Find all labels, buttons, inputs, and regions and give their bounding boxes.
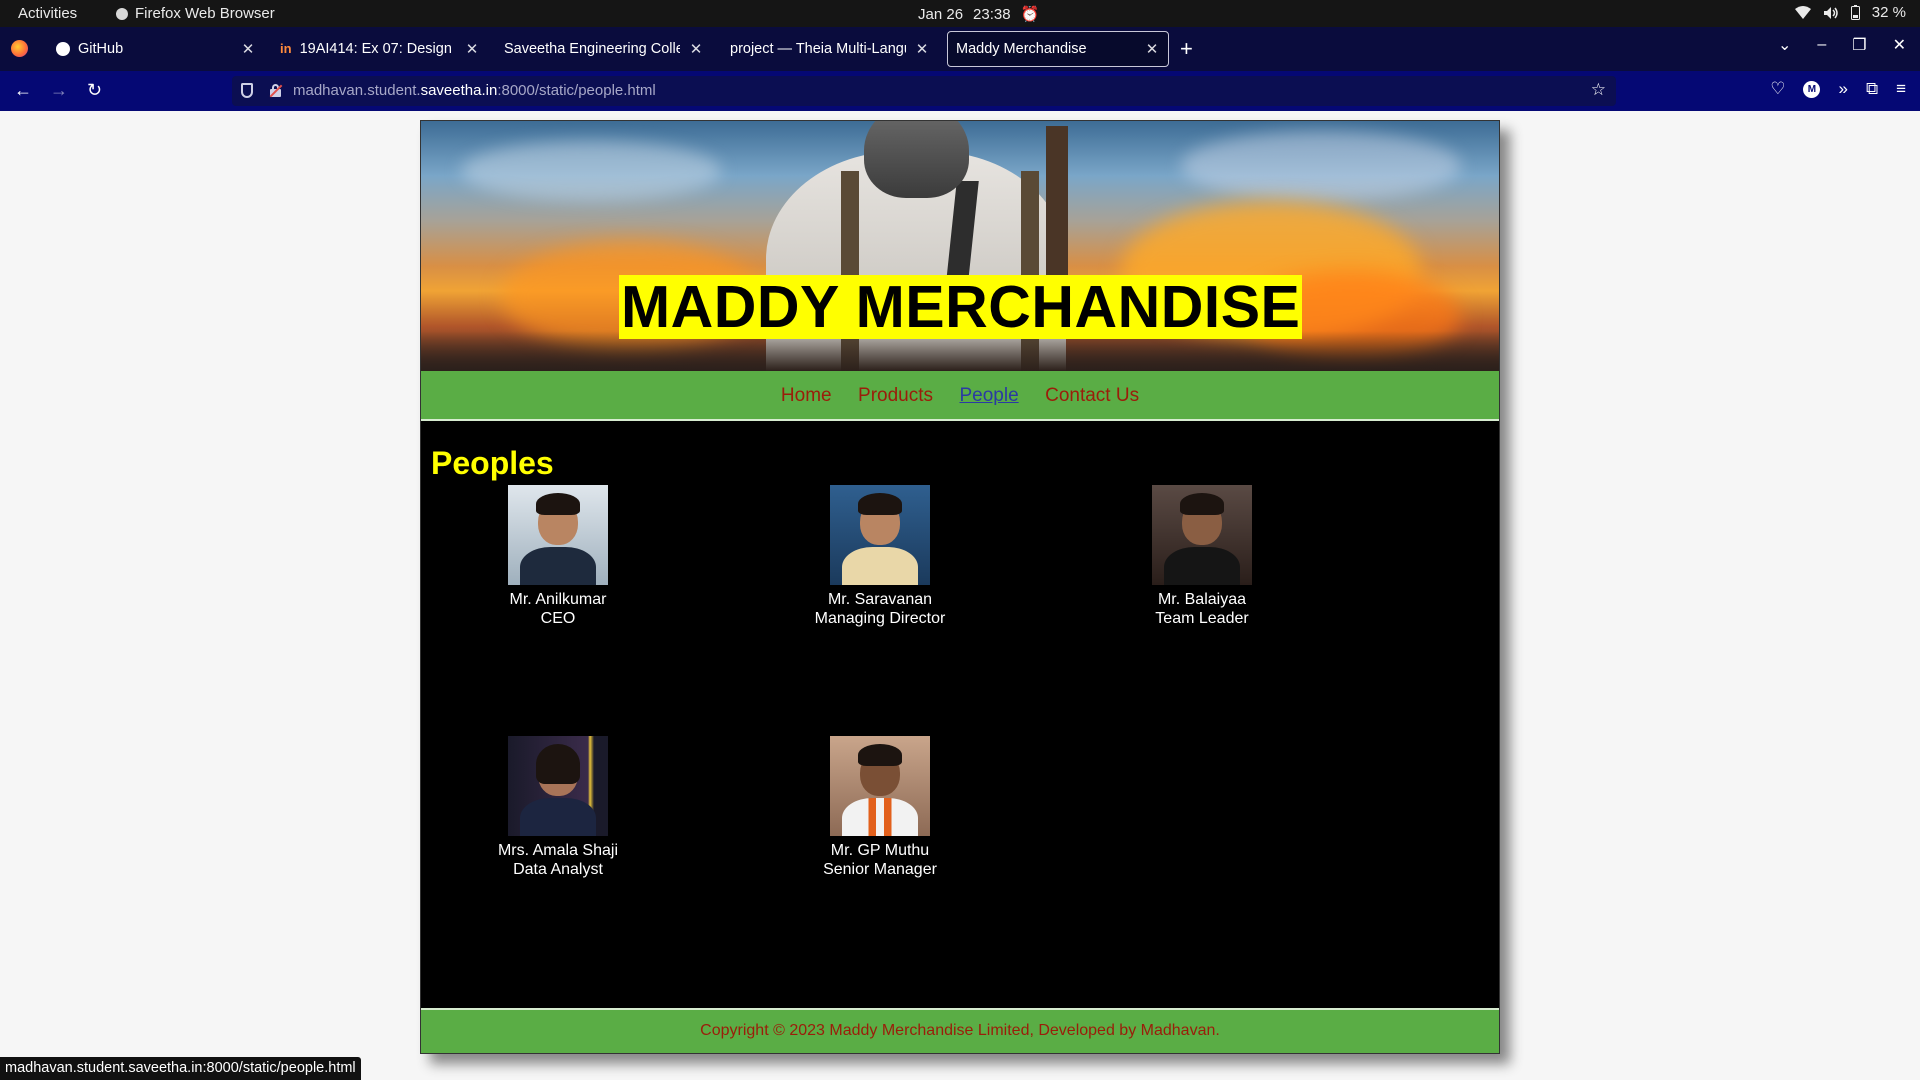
person-role: Team Leader (1155, 610, 1249, 627)
close-icon[interactable]: ✕ (240, 40, 256, 58)
main-menu: Home Products People Contact Us (421, 371, 1499, 421)
more-tools-icon[interactable]: » (1838, 79, 1847, 99)
firefox-icon (116, 7, 128, 20)
tab-saveetha[interactable]: Saveetha Engineering Colleg ✕ (496, 31, 712, 67)
site-footer: Copyright © 2023 Maddy Merchandise Limit… (421, 1008, 1499, 1053)
tracking-shield-icon[interactable] (241, 83, 253, 98)
restore-icon[interactable]: ❐ (1852, 35, 1866, 55)
tab-19ai414[interactable]: in 19AI414: Ex 07: Design a ✕ (272, 31, 488, 67)
battery-percent: 32 % (1871, 4, 1906, 21)
person-card: Mr. GP Muthu Senior Manager (780, 736, 980, 879)
tab-maddy-merchandise[interactable]: Maddy Merchandise ✕ (947, 31, 1169, 67)
tab-theia-project[interactable]: project — Theia Multi-Langu ✕ (722, 31, 938, 67)
reload-icon[interactable]: ↻ (87, 80, 102, 101)
link-status-bar: madhavan.student.saveetha.in:8000/static… (0, 1057, 361, 1080)
tab-title: Maddy Merchandise (956, 41, 1087, 57)
new-tab-button[interactable]: + (1180, 36, 1193, 62)
navigation-toolbar: ← → ↻ madhavan.student.saveetha.in:8000/… (0, 71, 1920, 111)
person-card: Mr. Anilkumar CEO (458, 485, 658, 628)
firefox-view-icon[interactable] (11, 40, 28, 57)
back-icon[interactable]: ← (14, 80, 32, 101)
web-page: MADDY MERCHANDISE Home Products People C… (0, 111, 1920, 1080)
person-photo (830, 485, 930, 585)
tab-title: 19AI414: Ex 07: Design a (299, 41, 456, 57)
tab-github[interactable]: GitHub ✕ (48, 31, 264, 67)
person-role: CEO (540, 610, 576, 627)
toolbar-extensions: ♡ M » ⧉ ≡ (1770, 79, 1906, 99)
person-card: Mrs. Amala Shaji Data Analyst (458, 736, 658, 879)
list-all-tabs-icon[interactable]: ⌄ (1778, 35, 1791, 55)
person-card: Mr. Balaiyaa Team Leader (1102, 485, 1302, 628)
tab-title: project — Theia Multi-Langu (730, 41, 906, 57)
system-tray[interactable]: 32 % (1794, 4, 1906, 21)
forward-icon[interactable]: → (50, 80, 68, 101)
battery-icon (1850, 5, 1860, 20)
bookmark-star-icon[interactable]: ☆ (1591, 80, 1606, 100)
insecure-lock-icon[interactable] (269, 84, 283, 98)
person-photo (830, 736, 930, 836)
menu-home-link[interactable]: Home (781, 371, 832, 421)
clock-time: 23:38 (973, 5, 1011, 23)
github-icon (56, 42, 70, 56)
person-role: Senior Manager (823, 861, 937, 878)
person-role: Data Analyst (513, 861, 603, 878)
clock-date: Jan 26 (918, 5, 964, 23)
activities-button[interactable]: Activities (18, 5, 77, 22)
section-heading: Peoples (431, 445, 554, 481)
person-name: Mr. Anilkumar (509, 591, 607, 608)
person-role: Managing Director (814, 610, 946, 627)
tab-title: Saveetha Engineering Colleg (504, 41, 680, 57)
url-bar[interactable]: madhavan.student.saveetha.in:8000/static… (232, 76, 1616, 106)
in-icon: in (280, 41, 292, 56)
account-icon[interactable]: M (1803, 80, 1821, 98)
volume-icon (1823, 6, 1838, 19)
person-photo (508, 485, 608, 585)
menu-icon[interactable]: ≡ (1896, 79, 1906, 99)
site-container: MADDY MERCHANDISE Home Products People C… (420, 120, 1500, 1054)
person-name: Mr. GP Muthu (830, 842, 930, 859)
app-menu[interactable]: Firefox Web Browser (116, 5, 275, 22)
menu-people-link[interactable]: People (959, 371, 1018, 421)
person-card: Mr. Saravanan Managing Director (780, 485, 980, 628)
extensions-icon[interactable]: ⧉ (1866, 79, 1878, 99)
header-banner: MADDY MERCHANDISE (421, 121, 1499, 371)
people-section: Peoples Mr. Anilkumar CEO Mr. Saravanan … (421, 423, 1499, 1008)
pocket-icon[interactable]: ♡ (1770, 79, 1785, 99)
person-photo (508, 736, 608, 836)
close-icon[interactable]: ✕ (464, 40, 480, 58)
wifi-icon (1794, 5, 1811, 19)
close-window-icon[interactable]: ✕ (1893, 35, 1906, 55)
url-text[interactable]: madhavan.student.saveetha.in:8000/static… (293, 82, 656, 99)
clock[interactable]: Jan 26 23:38 ⏰ (918, 5, 1040, 24)
app-name: Firefox Web Browser (135, 5, 275, 22)
menu-contact-link[interactable]: Contact Us (1045, 371, 1139, 421)
window-controls: ⌄ – ❐ ✕ (1778, 35, 1906, 55)
alarm-icon: ⏰ (1020, 6, 1040, 23)
person-name: Mrs. Amala Shaji (497, 842, 619, 859)
person-name: Mr. Balaiyaa (1157, 591, 1247, 608)
tab-strip: GitHub ✕ in 19AI414: Ex 07: Design a ✕ S… (0, 27, 1920, 71)
person-photo (1152, 485, 1252, 585)
system-top-bar: Activities Firefox Web Browser Jan 26 23… (0, 0, 1920, 27)
minimize-icon[interactable]: – (1817, 36, 1826, 54)
close-icon[interactable]: ✕ (1144, 40, 1160, 58)
person-name: Mr. Saravanan (827, 591, 933, 608)
close-icon[interactable]: ✕ (914, 40, 930, 58)
close-icon[interactable]: ✕ (688, 40, 704, 58)
site-title: MADDY MERCHANDISE (619, 274, 1303, 340)
menu-products-link[interactable]: Products (858, 371, 933, 421)
tab-title: GitHub (78, 41, 124, 57)
